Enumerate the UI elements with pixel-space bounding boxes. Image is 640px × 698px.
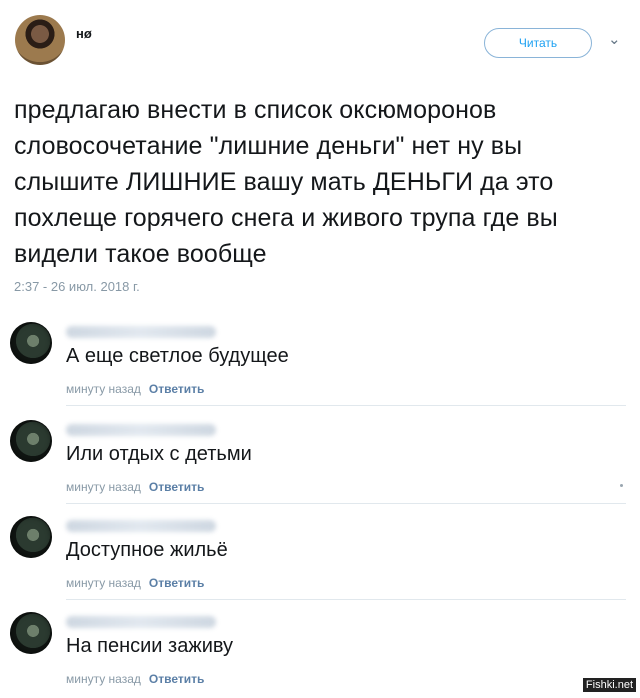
comment-time: минуту назад <box>66 672 141 686</box>
divider <box>66 405 626 406</box>
comment-meta: минуту назад Ответить <box>66 576 204 590</box>
comment-author-blurred[interactable] <box>66 616 216 628</box>
comment-time: минуту назад <box>66 480 141 494</box>
comment-meta: минуту назад Ответить <box>66 382 204 396</box>
comment-meta: минуту назад Ответить <box>66 672 204 686</box>
comment-avatar[interactable] <box>10 322 52 364</box>
comment-time: минуту назад <box>66 382 141 396</box>
comment-item: Или отдых с детьми минуту назад Ответить <box>0 410 640 506</box>
reply-link[interactable]: Ответить <box>149 576 204 590</box>
comment-author-blurred[interactable] <box>66 520 216 532</box>
tweet-timestamp[interactable]: 2:37 - 26 июл. 2018 г. <box>14 279 140 294</box>
comment-author-blurred[interactable] <box>66 424 216 436</box>
comment-avatar[interactable] <box>10 612 52 654</box>
watermark: Fishki.net <box>582 678 636 692</box>
comment-text: А еще светлое будущее <box>66 345 289 367</box>
comment-time: минуту назад <box>66 576 141 590</box>
scroll-dot <box>620 484 623 487</box>
comment-item: А еще светлое будущее минуту назад Ответи… <box>0 312 640 408</box>
comment-author-blurred[interactable] <box>66 326 216 338</box>
reply-link[interactable]: Ответить <box>149 480 204 494</box>
comment-text: Или отдых с детьми <box>66 443 252 465</box>
comment-avatar[interactable] <box>10 420 52 462</box>
comment-item: Доступное жильё минуту назад Ответить <box>0 506 640 602</box>
reply-link[interactable]: Ответить <box>149 672 204 686</box>
follow-button[interactable]: Читать <box>484 28 592 58</box>
comment-avatar[interactable] <box>10 516 52 558</box>
tweet-handle[interactable]: нø <box>76 26 92 41</box>
comment-text: Доступное жильё <box>66 539 228 561</box>
tweet-text: предлагаю внести в список оксюморонов сл… <box>14 96 558 268</box>
comment-text: На пенсии заживу <box>66 635 234 657</box>
divider <box>66 599 626 600</box>
divider <box>66 503 626 504</box>
comment-item: На пенсии заживу минуту назад Ответить <box>0 602 640 698</box>
tweet-avatar[interactable] <box>15 15 65 65</box>
chevron-down-icon[interactable]: ⌄ <box>608 30 621 48</box>
reply-link[interactable]: Ответить <box>149 382 204 396</box>
comment-meta: минуту назад Ответить <box>66 480 204 494</box>
